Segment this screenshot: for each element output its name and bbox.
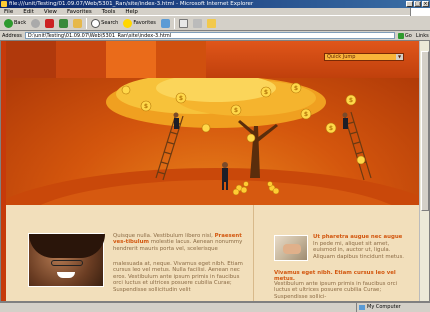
quickjump-label: Quick Jump	[327, 54, 356, 60]
woman-photo	[28, 233, 105, 287]
menu-tools[interactable]: Tools	[102, 8, 116, 15]
left-text-plain: Quisque nulla. Vestibulum libero nisl,	[113, 233, 215, 239]
svg-text:$: $	[264, 89, 268, 96]
site-navigation: Quick Jump ▼	[6, 41, 420, 78]
svg-text:$: $	[294, 85, 298, 92]
minimize-button[interactable]: _	[406, 1, 413, 7]
favorites-button[interactable]: Favorites	[122, 17, 157, 29]
home-button[interactable]	[72, 17, 83, 29]
left-paragraph-1: Quisque nulla. Vestibulum libero nisl, P…	[113, 233, 246, 252]
favorites-label: Favorites	[133, 20, 156, 26]
menubar: File Edit View Favorites Tools Help	[0, 8, 430, 16]
menu-view[interactable]: View	[44, 8, 57, 15]
toolbar: Back Search Favorites	[0, 16, 430, 31]
menu-favorites[interactable]: Favorites	[67, 8, 92, 15]
money-tree-illustration: $ $ $ $ $ $ $ $	[6, 78, 420, 205]
right-column: Ut pharetra augue nec augue In pede mi, …	[264, 229, 414, 301]
right-title[interactable]: Ut pharetra augue nec augue	[313, 234, 413, 240]
left-paragraph-2: malesuada at, neque. Vivamus eget nibh. …	[113, 261, 243, 293]
hands-photo	[274, 235, 308, 261]
content-area: Quisque nulla. Vestibulum libero nisl, P…	[6, 205, 420, 301]
refresh-button[interactable]	[58, 17, 69, 29]
maximize-button[interactable]: □	[414, 1, 421, 7]
right-paragraph-2: Vestibulum ante ipsum primis in faucibus…	[274, 281, 398, 300]
nav-block[interactable]	[106, 41, 156, 78]
svg-text:$: $	[329, 125, 333, 132]
stop-icon	[45, 18, 55, 28]
addressbar: Address D:\unit\Testing\01.09.07\Web\530…	[0, 31, 430, 40]
left-column: Quisque nulla. Vestibulum libero nisl, P…	[20, 229, 246, 301]
browser-viewport: Quick Jump ▼ $ $ $ $ $ $ $ $ Quisque nul…	[0, 40, 430, 302]
nav-block[interactable]	[56, 41, 106, 78]
folder-button[interactable]	[206, 17, 217, 29]
menu-file[interactable]: File	[4, 8, 13, 15]
chevron-down-icon: ▼	[396, 54, 403, 60]
scrollbar-thumb[interactable]	[421, 51, 429, 211]
back-label: Back	[14, 20, 27, 26]
search-label: Search	[101, 20, 119, 26]
windows-logo	[410, 8, 430, 16]
back-arrow-icon	[4, 18, 13, 28]
quickjump-select[interactable]: Quick Jump ▼	[324, 53, 404, 61]
nav-block[interactable]	[6, 41, 56, 78]
window-controls: _ □ ×	[406, 1, 429, 7]
search-icon	[91, 18, 101, 28]
forward-arrow-icon	[31, 18, 41, 28]
refresh-icon	[59, 18, 69, 28]
star-icon	[123, 18, 133, 28]
forward-button[interactable]	[30, 17, 41, 29]
close-button[interactable]: ×	[422, 1, 429, 7]
svg-text:$: $	[144, 103, 148, 110]
right-paragraph-1: In pede mi, aliquet sit amet, euismod in…	[313, 241, 404, 260]
folder-icon	[206, 18, 216, 28]
hero-banner: $ $ $ $ $ $ $ $	[6, 78, 420, 205]
svg-text:$: $	[179, 95, 183, 102]
svg-text:$: $	[349, 97, 353, 104]
menu-edit[interactable]: Edit	[23, 8, 34, 15]
printer-icon	[192, 18, 202, 28]
stop-button[interactable]	[44, 17, 55, 29]
menu-help[interactable]: Help	[125, 8, 138, 15]
go-label: Go	[404, 32, 412, 39]
nav-block[interactable]	[156, 41, 206, 78]
zone-label: My Computer	[367, 304, 401, 310]
search-button[interactable]: Search	[90, 17, 119, 29]
zone-indicator: My Computer	[356, 303, 416, 312]
computer-icon	[359, 305, 365, 310]
column-divider	[253, 205, 254, 301]
back-button[interactable]: Back	[3, 17, 27, 29]
media-button[interactable]	[160, 17, 171, 29]
go-button[interactable]: Go	[397, 32, 412, 39]
address-label: Address	[2, 32, 22, 39]
webpage: Quick Jump ▼ $ $ $ $ $ $ $ $ Quisque nul…	[6, 41, 420, 301]
print-button[interactable]	[192, 17, 203, 29]
statusbar: My Computer	[0, 302, 430, 312]
media-icon	[160, 18, 170, 28]
go-arrow-icon	[397, 32, 404, 39]
window-title: file:///unit/Testing/01.09.07/Web/5301_R…	[9, 1, 254, 7]
home-icon	[73, 18, 83, 28]
svg-text:$: $	[304, 111, 308, 118]
vertical-scrollbar[interactable]	[419, 41, 429, 301]
address-input[interactable]: D:\unit\Testing\01.09.07\Web\5301_Ran\si…	[24, 32, 395, 39]
window-titlebar: file:///unit/Testing/01.09.07/Web/5301_R…	[0, 0, 430, 8]
toolbar-separator	[173, 17, 175, 29]
svg-text:$: $	[234, 107, 238, 114]
mail-button[interactable]	[178, 17, 189, 29]
toolbar-separator	[86, 17, 88, 29]
ie-icon	[1, 1, 7, 7]
links-button[interactable]: Links	[416, 33, 429, 39]
mail-icon	[178, 18, 188, 28]
